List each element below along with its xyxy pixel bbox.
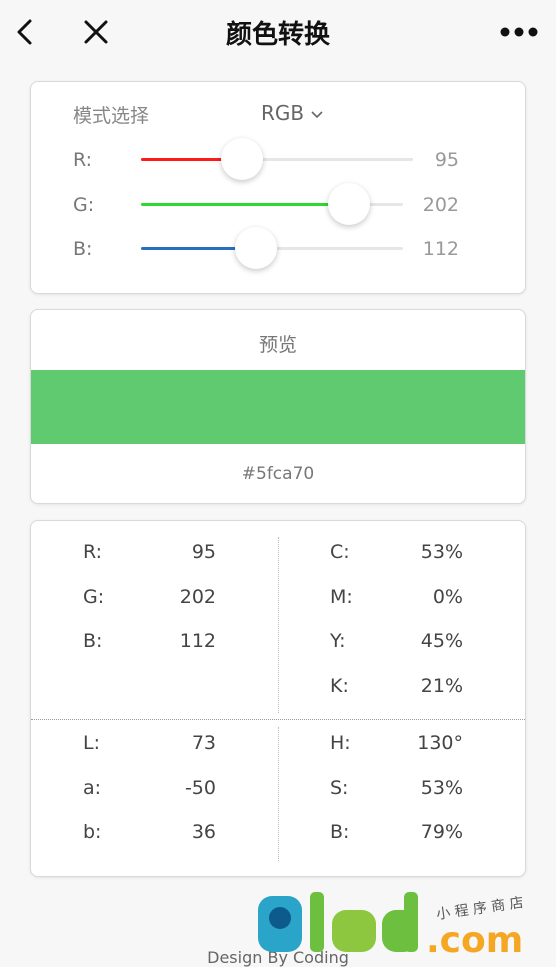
vertical-divider-bottom xyxy=(278,727,279,861)
hsb-b-key: B: xyxy=(330,821,350,843)
hsb-h-value: 130° xyxy=(417,732,463,754)
rgb-g-value: 202 xyxy=(179,586,216,608)
horizontal-divider xyxy=(31,719,525,720)
rgb-b-key: B: xyxy=(83,630,103,652)
preview-title: 预览 xyxy=(258,334,297,356)
slider-g-track[interactable] xyxy=(141,183,403,225)
lab-a-value: -50 xyxy=(184,777,216,799)
mode-select-value: RGB xyxy=(261,101,305,125)
chevron-down-icon xyxy=(311,110,323,118)
lab-a-key: a: xyxy=(83,777,102,799)
rgb-r-value: 95 xyxy=(191,541,216,563)
cmyk-c-value: 53% xyxy=(420,541,463,563)
slider-b-track[interactable] xyxy=(141,227,403,269)
slider-g-fill xyxy=(141,203,349,206)
cmyk-c-key: C: xyxy=(330,541,350,563)
rgb-r-key: R: xyxy=(83,541,103,563)
svg-text:小 程 序 商 店: 小 程 序 商 店 xyxy=(435,895,524,923)
hsb-s-key: S: xyxy=(330,777,349,799)
lab-b-value: 36 xyxy=(191,821,216,843)
svg-text:.com: .com xyxy=(426,920,523,956)
cmyk-m-value: 0% xyxy=(432,586,463,608)
hex-value: #5fca70 xyxy=(241,464,315,484)
cmyk-k-value: 21% xyxy=(420,675,463,697)
rgb-b-value: 112 xyxy=(179,630,216,652)
lab-b-key: b: xyxy=(83,821,102,843)
mode-select[interactable]: RGB xyxy=(261,101,324,125)
slider-b-label: B: xyxy=(73,238,93,260)
conversion-values-card: R: 95 G: 202 B: 112 C: 53% M: 0% Y: 45% … xyxy=(30,520,526,877)
slider-g-label: G: xyxy=(73,194,95,216)
hsb-h-key: H: xyxy=(330,732,351,754)
preview-card: 预览 #5fca70 xyxy=(30,309,526,504)
slider-r-track[interactable] xyxy=(141,138,413,180)
top-bar: 颜色转换 xyxy=(0,0,556,66)
more-icon[interactable] xyxy=(498,24,540,40)
vertical-divider-top xyxy=(278,537,279,713)
lab-l-value: 73 xyxy=(191,732,216,754)
slider-b-value: 112 xyxy=(422,238,459,260)
slider-b-thumb[interactable] xyxy=(235,227,277,269)
lab-l-key: L: xyxy=(83,732,100,754)
rgb-controls-card: 模式选择 RGB R: 95 G: 202 B: 112 xyxy=(30,81,526,294)
slider-g-value: 202 xyxy=(422,194,459,216)
page-title: 颜色转换 xyxy=(225,20,330,50)
hsb-s-value: 53% xyxy=(420,777,463,799)
cmyk-m-key: M: xyxy=(330,586,353,608)
slider-r-thumb[interactable] xyxy=(221,138,263,180)
rgb-g-key: G: xyxy=(83,586,105,608)
cmyk-k-key: K: xyxy=(330,675,349,697)
mode-label: 模式选择 xyxy=(73,105,150,127)
slider-r-value: 95 xyxy=(434,149,459,171)
preview-swatch xyxy=(31,370,525,444)
hsb-b-value: 79% xyxy=(420,821,463,843)
slider-r-label: R: xyxy=(73,149,93,171)
slider-g-thumb[interactable] xyxy=(328,183,370,225)
cmyk-y-key: Y: xyxy=(330,630,346,652)
cmyk-y-value: 45% xyxy=(420,630,463,652)
watermark-logo: .com 小 程 序 商 店 xyxy=(258,892,525,956)
